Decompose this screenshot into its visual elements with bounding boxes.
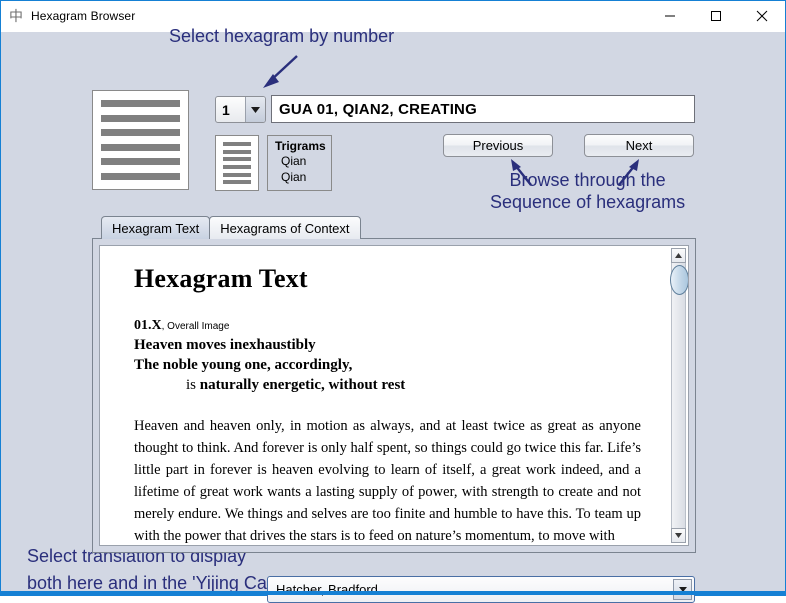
hexagram-line-3 [101,143,180,151]
trigram-upper-line-3 [223,142,251,146]
trigram-lower-line-1 [223,180,251,184]
hexagram-line-4 [101,129,180,137]
trigram-figure [215,135,259,191]
hexagram-line-1 [101,172,180,180]
gua-title-field[interactable]: GUA 01, QIAN2, CREATING [271,95,695,123]
chevron-down-icon[interactable] [673,579,692,600]
annotation-arrow-to-next [618,159,639,186]
scroll-down-icon[interactable] [671,528,686,543]
document-viewport: Hexagram Text 01.X, Overall Image Heaven… [99,245,689,546]
client-area: Select hexagram by number Browse through… [1,26,785,603]
hexagram-number-spinner[interactable]: 1 [215,96,266,123]
scrollbar-track[interactable] [670,263,688,528]
status-bar [1,591,785,595]
document-verse-line-3-text: naturally energetic, without rest [199,377,406,393]
annotation-select-hexagram: Select hexagram by number [169,26,395,46]
document-verse-line-2: The noble young one, accordingly, [134,357,353,373]
maximize-icon[interactable] [693,1,739,32]
trigram-lower-line-3 [223,165,251,169]
close-icon[interactable] [739,1,785,32]
document-reference-subtitle: , Overall Image [161,321,230,332]
hexagram-figure [92,90,189,190]
document-body-text: Heaven and heaven only, in motion as alw… [134,418,641,544]
tab-hexagram-text[interactable]: Hexagram Text [101,216,211,239]
document-reference: 01.X, Overall Image [134,318,641,334]
annotation-browse-line2: Sequence of hexagrams [490,192,686,212]
scrollbar-thumb[interactable] [670,265,688,295]
annotation-arrow-to-spinner [263,55,298,88]
document-verse-line-3-lead: is [186,377,200,393]
trigram-upper-line-1 [223,157,251,161]
annotation-arrow-to-previous [511,159,532,186]
minimize-icon[interactable] [647,1,693,32]
trigram-panel-title: Trigrams [275,139,326,153]
trigram-lower-lines [223,165,251,184]
trigram-lower-line-2 [223,172,251,177]
trigram-names-panel: Trigrams Qian Qian [267,135,332,191]
document-scrollbar[interactable] [669,246,688,545]
tab-strip: Hexagram Text Hexagrams of Context [101,216,361,239]
tab-hexagrams-of-context[interactable]: Hexagrams of Context [209,216,361,239]
trigram-upper-line-2 [223,149,251,154]
document-verse-line-1: Heaven moves inexhaustibly [134,337,316,353]
hexagram-line-6 [101,100,180,107]
app-icon: 中 [9,8,23,24]
trigram-upper-name: Qian [281,154,307,168]
previous-button[interactable]: Previous [443,134,553,157]
window-controls [647,1,785,32]
translation-select[interactable]: Hatcher, Bradford [267,576,695,603]
tab-page-hexagram-text: Hexagram Text 01.X, Overall Image Heaven… [92,238,696,553]
trigram-lower-name: Qian [281,170,307,184]
hexagram-browser-window: 中 Hexagram Browser Select hexagram by nu… [0,0,786,603]
document-page: Hexagram Text 01.X, Overall Image Heaven… [100,246,669,545]
trigram-upper-lines [223,142,251,161]
document-reference-number: 01.X [134,318,162,333]
hexagram-line-5 [101,114,180,122]
hexagram-number-value: 1 [222,101,230,118]
hexagram-line-2 [101,158,180,166]
document-verse-line-3: is naturally energetic, without rest [134,375,641,395]
window-title: Hexagram Browser [31,9,136,23]
chevron-down-icon[interactable] [245,97,265,122]
next-button[interactable]: Next [584,134,694,157]
document-heading: Hexagram Text [134,264,308,293]
scroll-up-icon[interactable] [671,248,686,263]
